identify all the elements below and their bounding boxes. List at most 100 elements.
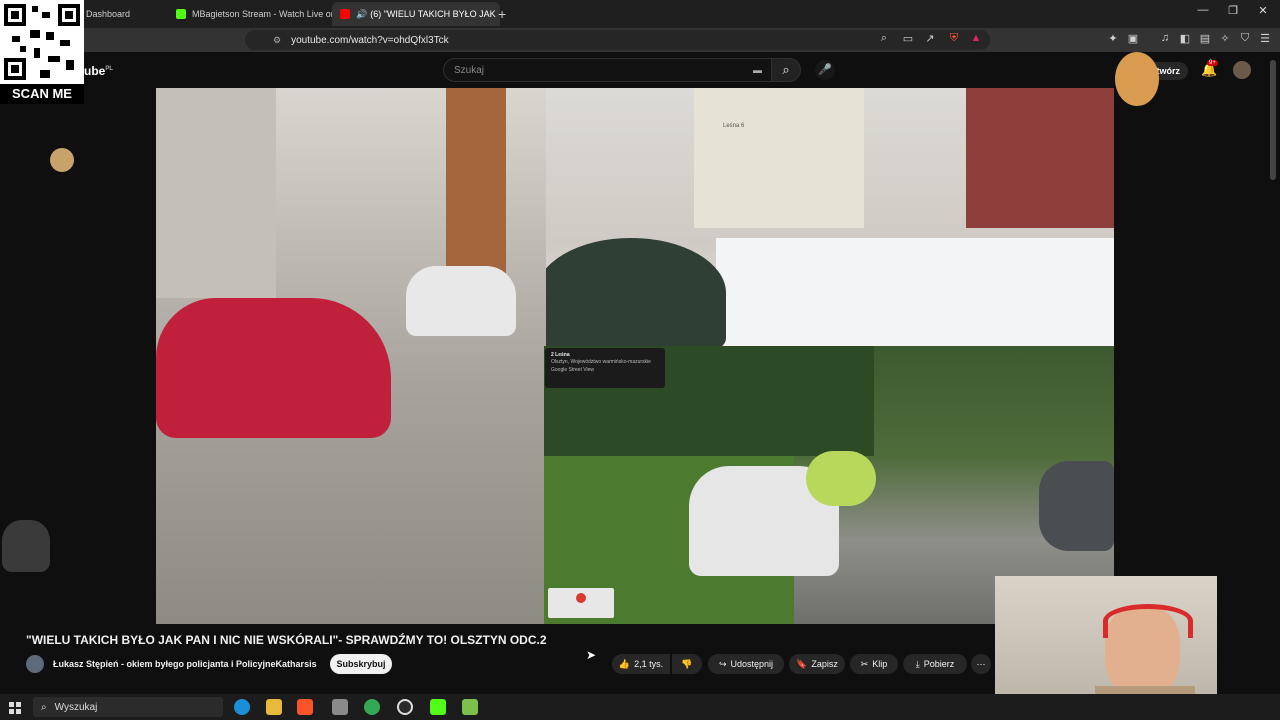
- brave-rewards-icon[interactable]: ▲: [968, 32, 984, 44]
- wallet-icon[interactable]: ▣: [1125, 32, 1141, 45]
- file-explorer-icon[interactable]: [266, 699, 282, 715]
- wallet2-icon[interactable]: ▤: [1197, 32, 1213, 45]
- sv-title: 2 Leśna: [551, 352, 570, 358]
- tab-dashboard[interactable]: Dashboard: [86, 2, 166, 26]
- like-button[interactable]: 👍 2,1 tys.: [612, 654, 670, 674]
- snow: [716, 238, 1114, 346]
- sv-source: Google Street View: [551, 367, 594, 373]
- extensions-icon[interactable]: ✦: [1105, 32, 1121, 45]
- search-placeholder: Szukaj: [454, 64, 485, 76]
- leo-icon[interactable]: ✧: [1217, 32, 1233, 45]
- headphones-icon: [1103, 604, 1193, 638]
- download-button[interactable]: ⤓ Pobierz: [903, 654, 967, 674]
- building-red: [966, 88, 1114, 228]
- logo-text: ube: [84, 64, 106, 78]
- pin-icon: [576, 593, 586, 603]
- share-page-icon[interactable]: ↗: [922, 32, 938, 45]
- hamster-sticker: [1115, 52, 1159, 106]
- menu-icon[interactable]: ☰: [1257, 32, 1273, 45]
- plus-icon: +: [498, 6, 507, 22]
- close-window-icon[interactable]: ✕: [1248, 4, 1278, 17]
- obs-icon[interactable]: [397, 699, 413, 715]
- avatar[interactable]: [1233, 61, 1251, 79]
- subscribe-button[interactable]: Subskrybuj: [330, 654, 392, 674]
- brave-icon[interactable]: [297, 699, 313, 715]
- clip-label: Klip: [872, 659, 888, 669]
- tab-stream[interactable]: MBagietson Stream - Watch Live on: [170, 2, 336, 26]
- share-icon: ↪: [718, 658, 727, 669]
- car-white: [406, 266, 516, 336]
- restore-icon[interactable]: ❐: [1218, 4, 1248, 17]
- zoom-icon[interactable]: ⌕: [876, 32, 892, 45]
- download-icon: ⤓: [915, 658, 920, 669]
- tab-label: (6) "WIELU TAKICH BYŁO JAK: [370, 9, 496, 19]
- taskbar-search-label: Wyszukaj: [54, 701, 98, 713]
- streamlabs-icon[interactable]: [462, 699, 478, 715]
- sidebar-icon[interactable]: ◧: [1177, 32, 1193, 45]
- like-count: 2,1 tys.: [634, 659, 664, 669]
- search-icon: ⌕: [782, 62, 790, 77]
- channel-name[interactable]: Łukasz Stępień - okiem byłego policjanta…: [53, 659, 317, 669]
- media-icon[interactable]: ♫: [1157, 32, 1173, 44]
- brave-shield-icon[interactable]: ⛨: [946, 32, 962, 45]
- sticker-cat: [12, 148, 112, 172]
- thumbs-down-icon: 👎: [681, 658, 693, 669]
- more-icon: ⋯: [976, 658, 986, 669]
- mic-button[interactable]: 🎤: [815, 60, 835, 80]
- windows-start-icon[interactable]: [9, 701, 21, 714]
- mouse-cursor-icon: ➤: [586, 648, 597, 662]
- chrome-icon[interactable]: [364, 699, 380, 715]
- page-scrollbar[interactable]: [1270, 60, 1276, 180]
- building-cream: [694, 88, 864, 228]
- vpn-icon[interactable]: ⛉: [1237, 32, 1253, 45]
- search-icon: ⌕: [41, 701, 47, 713]
- app-icon[interactable]: [332, 699, 348, 715]
- tab-youtube-active[interactable]: 🔊 (6) "WIELU TAKICH BYŁO JAK ✕: [332, 2, 500, 26]
- taskbar-search[interactable]: ⌕ Wyszukaj: [33, 697, 223, 717]
- tab-label: Dashboard: [86, 9, 131, 19]
- scissors-icon: ✂: [860, 658, 869, 669]
- url-text: youtube.com/watch?v=ohdQfxl3Tck: [291, 34, 449, 46]
- car-mini: [536, 238, 726, 348]
- car-red: [156, 298, 391, 438]
- edge-icon[interactable]: [234, 699, 250, 715]
- cast-icon[interactable]: ▭: [900, 32, 916, 45]
- subscribe-label: Subskrybuj: [336, 659, 386, 669]
- car-dark: [1039, 461, 1114, 551]
- search-button[interactable]: ⌕: [771, 58, 801, 82]
- speaker-icon: 🔊: [356, 8, 368, 19]
- streetview-info-card[interactable]: 2 Leśna Olsztyn, Województwo warmińsko-m…: [545, 348, 665, 388]
- keyboard-icon[interactable]: ▬: [753, 65, 762, 75]
- minimize-icon[interactable]: —: [1188, 4, 1218, 16]
- qr-code: [0, 0, 84, 84]
- kick-icon[interactable]: [430, 699, 446, 715]
- small-webcam-overlay: [2, 520, 50, 572]
- qr-label: SCAN ME: [0, 84, 84, 104]
- building-left: [156, 88, 276, 298]
- save-button[interactable]: 🔖 Zapisz: [789, 654, 845, 674]
- streetview-logo: [548, 588, 614, 618]
- cat-sticker-icon: [50, 148, 74, 172]
- video-title: "WIELU TAKICH BYŁO JAK PAN I NIC NIE WSK…: [26, 633, 547, 647]
- youtube-icon: [340, 9, 350, 19]
- search-input[interactable]: Szukaj ▬: [443, 58, 773, 82]
- logo-region: PL: [105, 66, 114, 72]
- share-label: Udostępnij: [730, 659, 774, 669]
- dislike-button[interactable]: 👎: [672, 654, 702, 674]
- thumbs-up-icon: 👍: [618, 658, 631, 669]
- car-green: [806, 451, 876, 506]
- share-button[interactable]: ↪ Udostępnij: [708, 654, 784, 674]
- clip-button[interactable]: ✂ Klip: [850, 654, 898, 674]
- channel-avatar[interactable]: [26, 655, 44, 673]
- download-label: Pobierz: [923, 659, 955, 669]
- bookmark-icon: 🔖: [796, 658, 808, 669]
- new-tab-button[interactable]: +: [498, 2, 514, 26]
- youtube-logo[interactable]: ubePL: [84, 64, 113, 78]
- video-scene-street: [156, 88, 546, 624]
- microphone-icon: 🎤: [818, 64, 832, 76]
- street-sign: Leśna 6: [723, 123, 745, 129]
- sv-subtitle: Olsztyn, Województwo warmińsko-mazurskie: [551, 359, 651, 365]
- tab-label: MBagietson Stream - Watch Live on: [192, 9, 336, 19]
- more-actions-button[interactable]: ⋯: [971, 654, 991, 674]
- site-info-icon[interactable]: ⚙: [273, 35, 281, 46]
